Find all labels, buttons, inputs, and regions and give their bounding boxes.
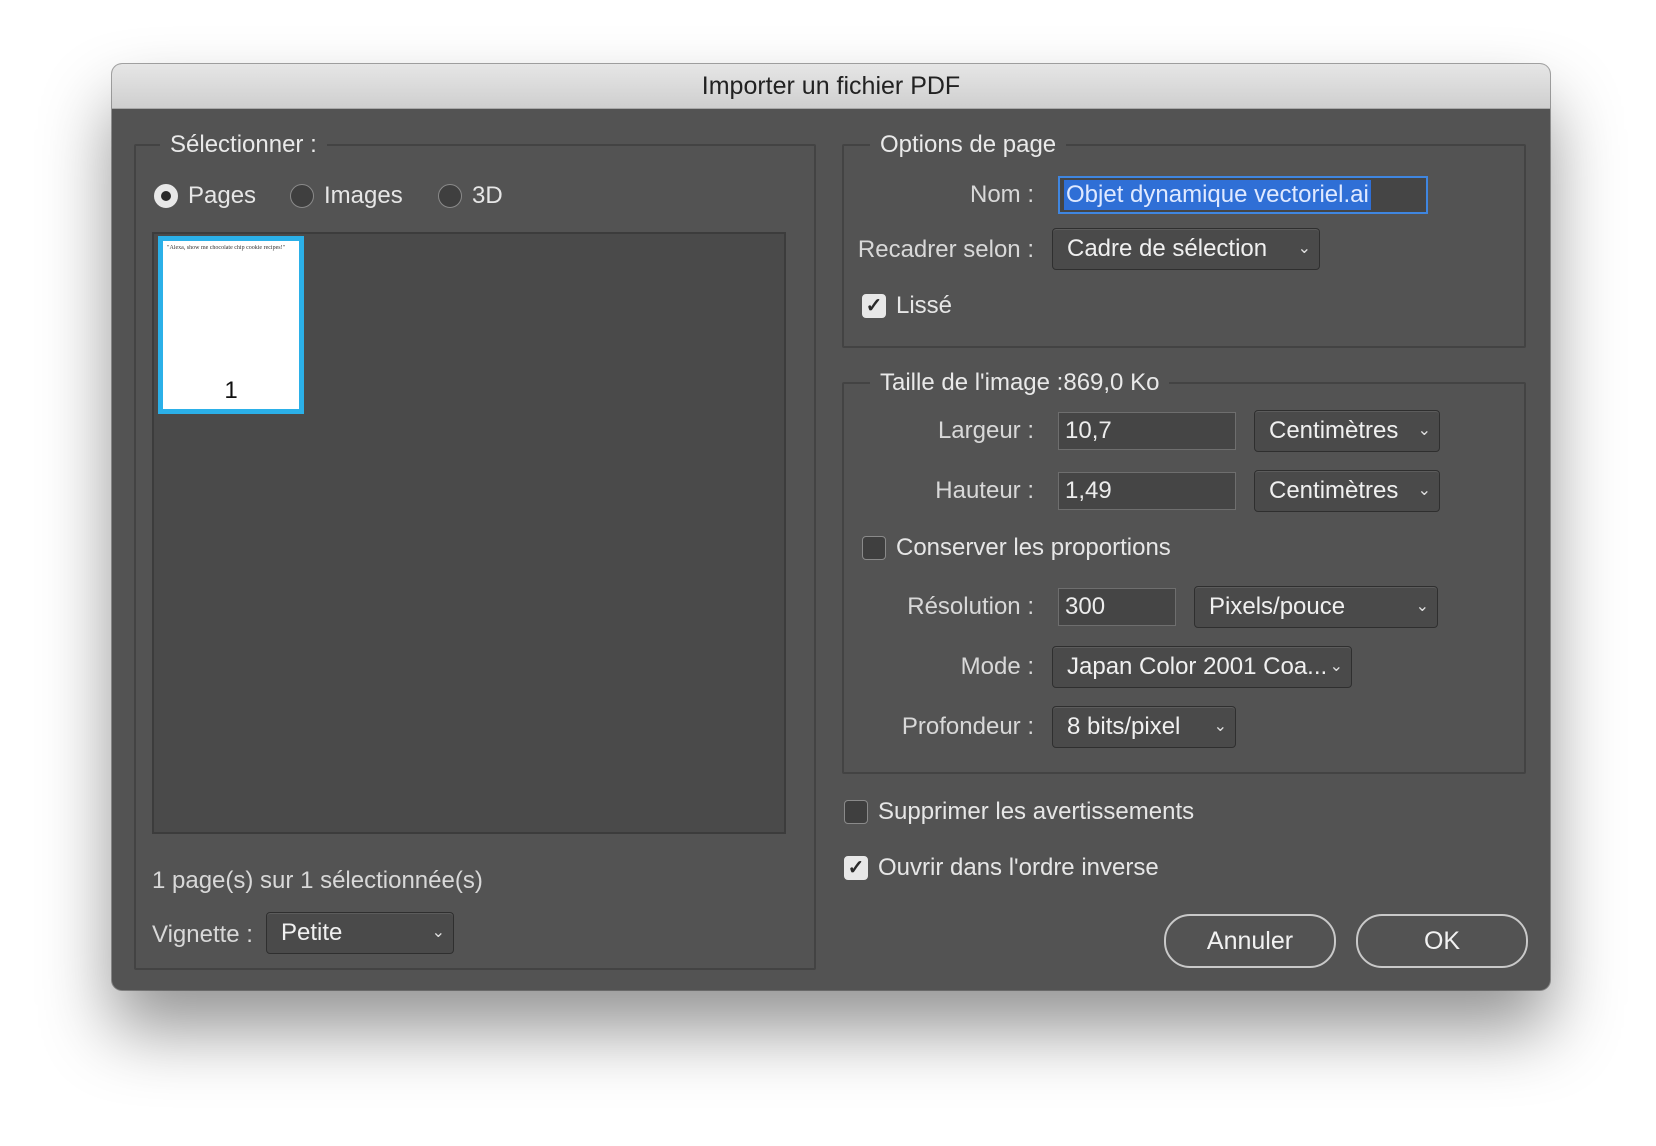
chevron-down-icon: ⌄ <box>1417 422 1431 439</box>
width-value: 10,7 <box>1065 417 1112 444</box>
radio-pages[interactable] <box>154 184 178 208</box>
width-unit-value: Centimètres <box>1269 417 1399 444</box>
width-unit-select[interactable]: Centimètres ⌄ <box>1254 410 1440 452</box>
chevron-down-icon: ⌄ <box>1297 240 1311 257</box>
constrain-label[interactable]: Conserver les proportions <box>896 531 1171 565</box>
mode-label: Mode : <box>960 653 1034 680</box>
height-value: 1,49 <box>1065 477 1112 504</box>
chevron-down-icon: ⌄ <box>1415 598 1429 615</box>
crop-value: Cadre de sélection <box>1067 235 1268 262</box>
name-field[interactable]: Objet dynamique vectoriel.ai <box>1058 176 1428 214</box>
depth-label: Profondeur : <box>901 713 1034 740</box>
depth-select[interactable]: 8 bits/pixel ⌄ <box>1052 706 1236 748</box>
reverse-order-checkbox[interactable]: ✓ <box>844 856 868 880</box>
mode-value: Japan Color 2001 Coa... <box>1067 653 1328 680</box>
image-size-group: Taille de l'image :869,0 Ko Largeur : 10… <box>842 367 1526 774</box>
checkmark-icon: ✓ <box>865 295 883 317</box>
suppress-warnings-checkbox[interactable] <box>844 800 868 824</box>
selection-status: 1 page(s) sur 1 sélectionnée(s) <box>152 867 483 894</box>
thumbnail-page-number: 1 <box>224 377 238 404</box>
name-label: Nom : <box>969 181 1034 208</box>
reverse-order-label[interactable]: Ouvrir dans l'ordre inverse <box>878 851 1159 885</box>
radio-images[interactable] <box>290 184 314 208</box>
name-field-value: Objet dynamique vectoriel.ai <box>1064 180 1371 210</box>
radio-3d-label[interactable]: 3D <box>472 179 503 213</box>
width-field[interactable]: 10,7 <box>1058 412 1236 450</box>
vignette-value: Petite <box>281 919 343 946</box>
width-label: Largeur : <box>937 417 1034 444</box>
height-unit-value: Centimètres <box>1269 477 1399 504</box>
resolution-value: 300 <box>1065 593 1106 620</box>
height-unit-select[interactable]: Centimètres ⌄ <box>1254 470 1440 512</box>
resolution-unit-value: Pixels/pouce <box>1209 593 1346 620</box>
page-thumbnail[interactable]: "Alexa, show me chocolate chip cookie re… <box>158 236 304 414</box>
vignette-select[interactable]: Petite ⌄ <box>266 912 454 954</box>
cancel-button[interactable]: Annuler <box>1164 914 1336 968</box>
resolution-field[interactable]: 300 <box>1058 588 1176 626</box>
checkmark-icon: ✓ <box>847 857 865 879</box>
chevron-down-icon: ⌄ <box>431 924 445 941</box>
resolution-label: Résolution : <box>907 593 1034 620</box>
smooth-checkbox[interactable]: ✓ <box>862 294 886 318</box>
page-preview-area[interactable]: "Alexa, show me chocolate chip cookie re… <box>152 232 786 834</box>
chevron-down-icon: ⌄ <box>1417 482 1431 499</box>
vignette-label: Vignette : <box>152 921 253 948</box>
select-legend: Sélectionner : <box>160 129 327 161</box>
smooth-label[interactable]: Lissé <box>896 289 952 323</box>
crop-select[interactable]: Cadre de sélection ⌄ <box>1052 228 1320 270</box>
dialog-title: Importer un fichier PDF <box>112 64 1550 109</box>
ok-button[interactable]: OK <box>1356 914 1528 968</box>
radio-pages-label[interactable]: Pages <box>188 179 256 213</box>
height-field[interactable]: 1,49 <box>1058 472 1236 510</box>
select-group: Sélectionner : Pages Images 3D "Alexa, s… <box>134 129 816 970</box>
depth-value: 8 bits/pixel <box>1067 713 1181 740</box>
image-size-legend: Taille de l'image :869,0 Ko <box>870 367 1170 399</box>
page-options-group: Options de page Nom : Objet dynamique ve… <box>842 129 1526 348</box>
height-label: Hauteur : <box>935 477 1034 504</box>
resolution-unit-select[interactable]: Pixels/pouce ⌄ <box>1194 586 1438 628</box>
suppress-warnings-label[interactable]: Supprimer les avertissements <box>878 795 1194 829</box>
chevron-down-icon: ⌄ <box>1213 718 1227 735</box>
page-options-legend: Options de page <box>870 129 1067 161</box>
radio-3d[interactable] <box>438 184 462 208</box>
mode-select[interactable]: Japan Color 2001 Coa... ⌄ <box>1052 646 1352 688</box>
radio-images-label[interactable]: Images <box>324 179 403 213</box>
chevron-down-icon: ⌄ <box>1329 658 1343 675</box>
thumbnail-text: "Alexa, show me chocolate chip cookie re… <box>167 245 286 251</box>
import-pdf-dialog: Importer un fichier PDF Sélectionner : P… <box>112 64 1550 990</box>
crop-label: Recadrer selon : <box>857 236 1034 263</box>
constrain-checkbox[interactable] <box>862 536 886 560</box>
